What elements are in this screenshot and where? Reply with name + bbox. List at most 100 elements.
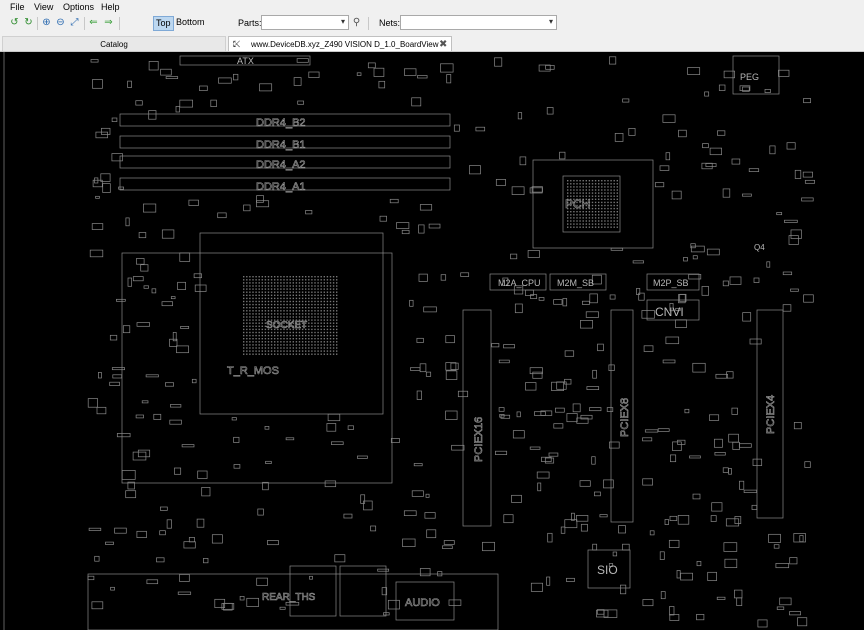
bga-ball	[305, 313, 307, 315]
bga-ball	[289, 279, 291, 281]
bottom-side-button[interactable]: Bottom	[174, 16, 207, 29]
component-footprint	[450, 362, 459, 370]
bga-ball	[573, 226, 575, 228]
bga-ball	[267, 294, 270, 296]
zoom-fit-icon[interactable]: ⤢	[69, 17, 80, 28]
bga-ball	[594, 195, 597, 197]
close-icon[interactable]: ✖	[439, 37, 447, 52]
bga-ball	[323, 328, 325, 331]
bga-ball	[249, 279, 251, 281]
bga-ball	[277, 279, 279, 281]
bga-ball	[286, 285, 288, 287]
bga-ball	[329, 344, 332, 346]
component-footprint	[514, 303, 523, 314]
bga-ball	[317, 322, 319, 324]
bga-ball	[320, 291, 322, 293]
component-footprint	[136, 258, 145, 265]
bga-ball	[616, 192, 618, 194]
component-footprint	[177, 281, 186, 290]
pin-icon[interactable]: ⤪	[233, 37, 240, 52]
rotate-left-icon[interactable]: ↺	[9, 17, 20, 28]
bga-ball	[317, 291, 319, 293]
flip-left-icon[interactable]: ⇐	[88, 17, 99, 28]
bga-ball	[585, 211, 587, 213]
bga-ball	[255, 322, 257, 324]
tab-catalog[interactable]: Catalog	[2, 36, 226, 51]
bga-ball	[243, 350, 245, 352]
bga-ball	[292, 331, 294, 334]
component-footprint	[170, 404, 182, 408]
search-parts-icon[interactable]: ⚲	[351, 17, 362, 28]
bga-ball	[261, 328, 263, 331]
flip-right-icon[interactable]: ⇒	[103, 17, 114, 28]
top-side-button[interactable]: Top	[153, 16, 174, 31]
zoom-out-icon[interactable]: ⊖	[55, 17, 66, 28]
bga-ball	[610, 223, 612, 225]
board-canvas[interactable]: ATX DDR4_B2 DDR4_B1 DDR4_A2 DDR4_A1 PCH …	[0, 52, 864, 630]
bga-ball	[311, 313, 313, 315]
bga-ball	[301, 331, 304, 334]
bga-ball	[598, 211, 600, 213]
component-footprint	[176, 345, 189, 354]
bga-ball	[264, 291, 267, 293]
bga-ball	[286, 353, 288, 355]
bga-ball	[567, 217, 569, 219]
menu-options[interactable]: Options	[63, 2, 94, 12]
chevron-down-icon[interactable]: ▾	[341, 17, 345, 26]
bga-ball	[607, 195, 609, 197]
component-footprint	[786, 142, 796, 150]
component-footprint	[498, 359, 510, 364]
component-footprint	[243, 204, 251, 212]
menu-file[interactable]: File	[10, 2, 25, 12]
component-footprint	[603, 479, 614, 489]
component-footprint	[776, 606, 785, 610]
bga-ball	[243, 313, 245, 315]
bga-ball	[576, 220, 578, 222]
component-footprint	[111, 117, 118, 122]
bga-ball	[607, 226, 609, 228]
menu-view[interactable]: View	[34, 2, 53, 12]
bga-ball	[289, 353, 291, 355]
bga-ball	[616, 180, 618, 182]
component-footprint	[739, 480, 745, 490]
bga-ball	[601, 223, 603, 225]
bga-ball	[246, 322, 248, 324]
bga-ball	[292, 303, 294, 306]
component-footprint	[529, 446, 541, 450]
zoom-in-icon[interactable]: ⊕	[41, 17, 52, 28]
menu-help[interactable]: Help	[101, 2, 120, 12]
bga-ball	[311, 325, 313, 327]
bga-ball	[264, 316, 267, 318]
bga-ball	[264, 347, 267, 349]
component-footprint	[597, 343, 604, 352]
bga-ball	[308, 276, 310, 278]
bga-ball	[292, 307, 294, 309]
component-footprint	[660, 591, 666, 600]
bga-ball	[308, 310, 310, 312]
bga-ball	[607, 192, 609, 194]
component-footprint	[672, 441, 682, 451]
component-footprint	[138, 232, 147, 239]
bga-ball	[246, 307, 248, 309]
component-footprint	[728, 468, 732, 475]
bga-ball	[289, 300, 291, 303]
component-footprint	[632, 260, 644, 264]
bga-ball	[314, 300, 316, 303]
component-footprint	[618, 525, 626, 534]
bga-ball	[270, 300, 273, 303]
bga-ball	[320, 303, 322, 306]
nets-combobox[interactable]: ▾	[400, 15, 557, 30]
parts-combobox[interactable]: ▾	[261, 15, 349, 30]
chevron-down-icon[interactable]: ▾	[549, 17, 553, 26]
bga-ball	[267, 291, 270, 293]
bga-ball	[610, 207, 612, 210]
tab-boardview[interactable]: ⤪ www.DeviceDB.xyz_Z490 VISION D_1.0_Boa…	[228, 36, 452, 51]
component-footprint	[324, 480, 337, 488]
bga-ball	[320, 338, 322, 340]
bga-ball	[261, 341, 263, 343]
rotate-right-icon[interactable]: ↻	[23, 17, 34, 28]
bga-ball	[249, 347, 251, 349]
label-t-r-mos: T_R_MOS	[227, 365, 279, 377]
component-footprint	[753, 277, 760, 283]
component-footprint	[377, 568, 390, 572]
